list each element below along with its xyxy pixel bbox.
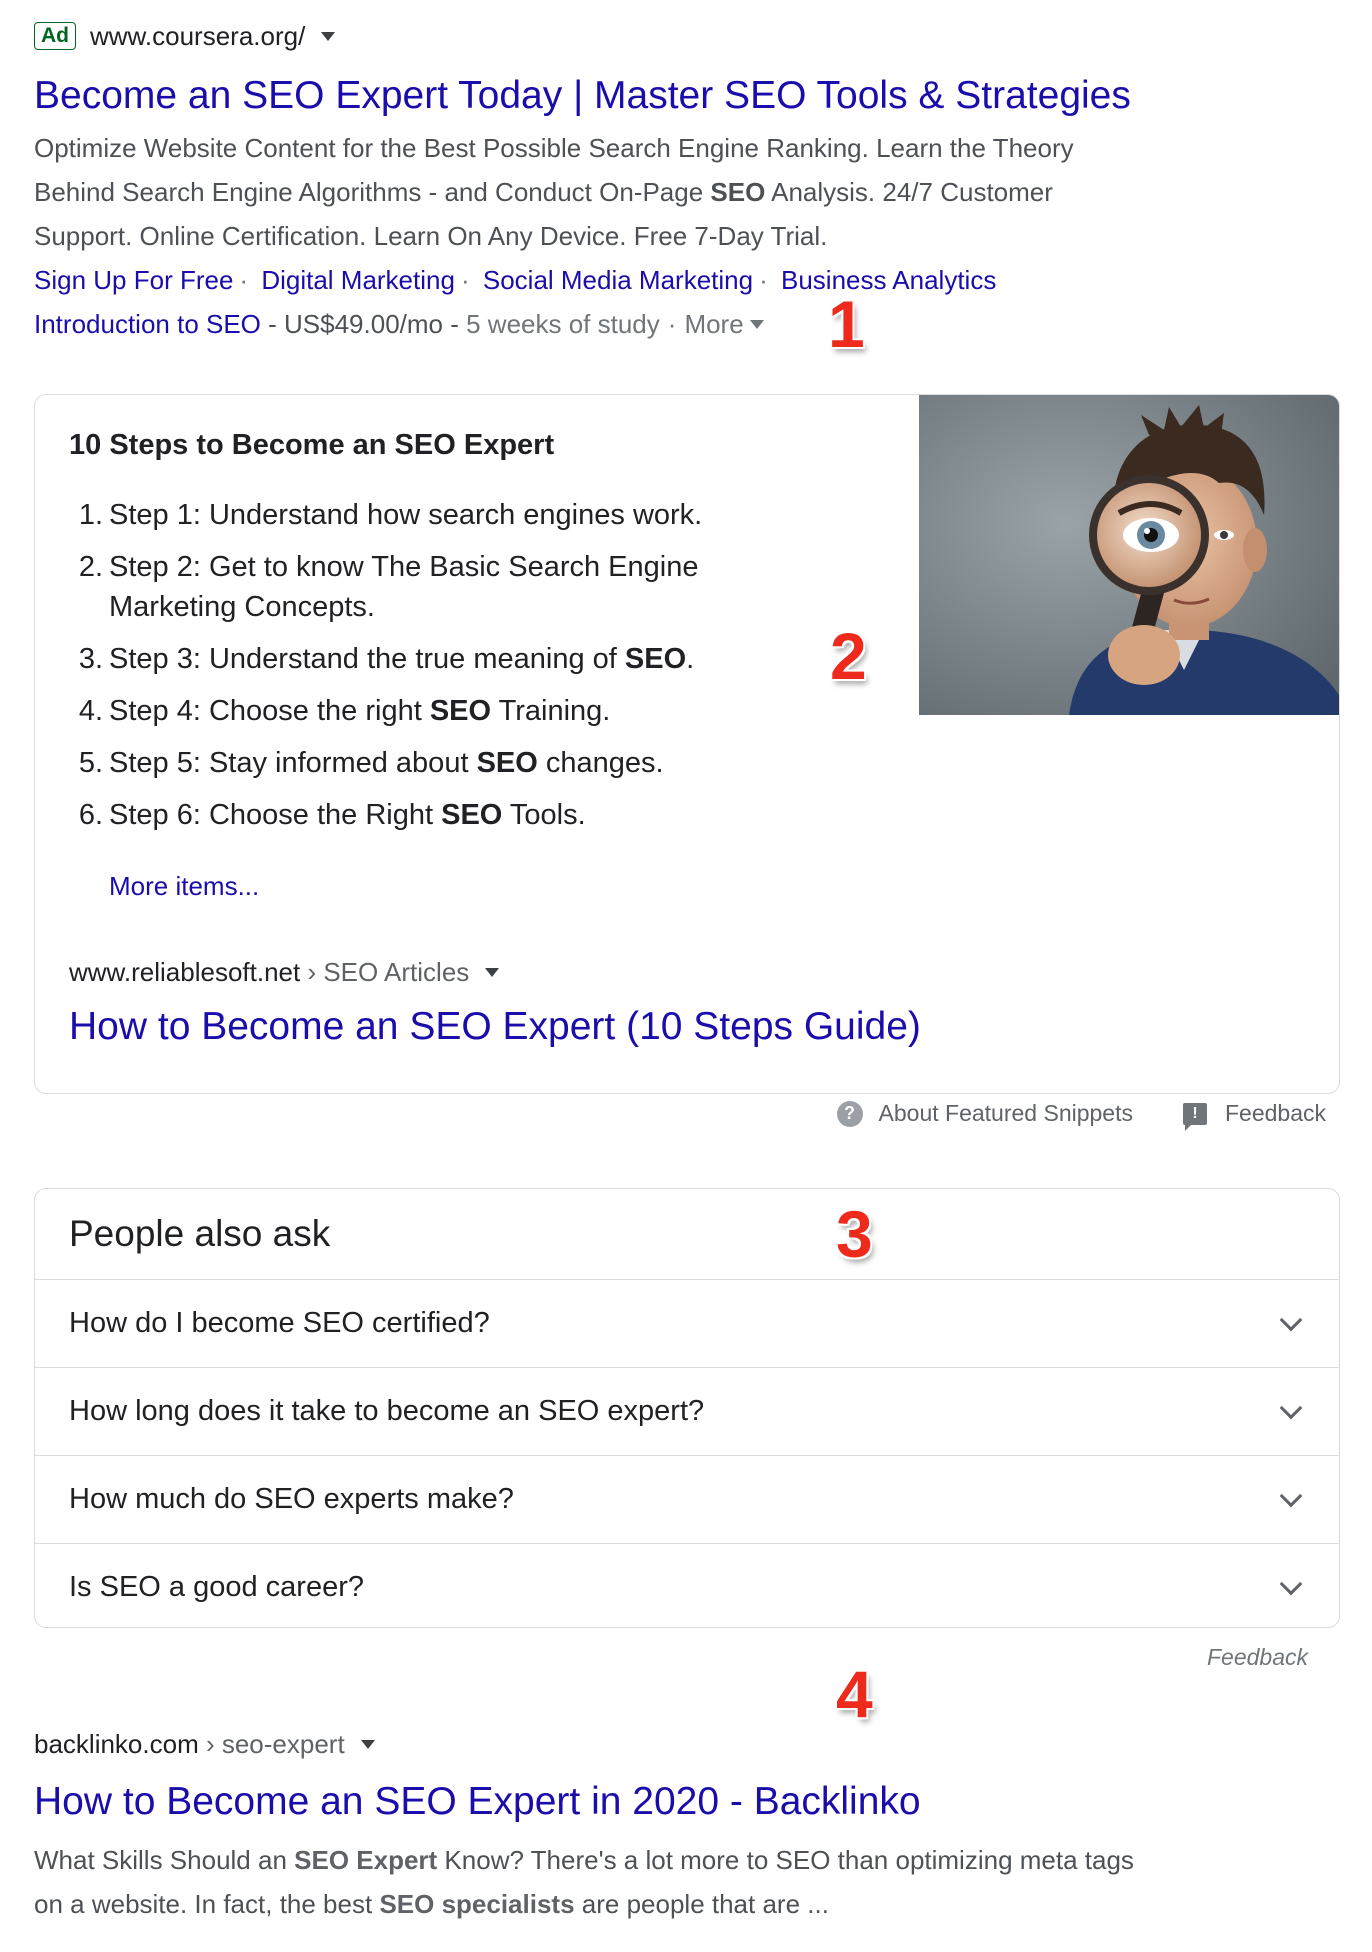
list-item: 6. Step 6: Choose the Right SEO Tools. bbox=[78, 799, 586, 831]
featured-snippet: 10 Steps to Become an SEO Expert 1. Step … bbox=[34, 394, 1340, 1094]
chevron-down-icon[interactable] bbox=[1279, 1396, 1303, 1419]
paa-feedback-link[interactable]: Feedback bbox=[1207, 1644, 1308, 1671]
ad-title-link[interactable]: Become an SEO Expert Today | Master SEO … bbox=[34, 70, 1294, 122]
help-icon[interactable]: ? bbox=[836, 1100, 863, 1127]
sitelink-social-media-marketing[interactable]: Social Media Marketing bbox=[483, 265, 753, 295]
paa-question-text: Is SEO a good career? bbox=[69, 1571, 364, 1603]
ad-sitelinks: Sign Up For Free · Digital Marketing · Soc… bbox=[34, 265, 997, 295]
paa-question[interactable]: How much do SEO experts make? bbox=[35, 1455, 1339, 1543]
extension-detail: 5 weeks of study bbox=[466, 309, 660, 339]
ad-desc-line: Optimize Website Content for the Best Po… bbox=[34, 133, 1074, 163]
list-item: 1. Step 1: Understand how search engines … bbox=[78, 499, 703, 531]
chevron-down-icon[interactable] bbox=[1279, 1308, 1303, 1331]
snippet-title-link[interactable]: How to Become an SEO Expert (10 Steps Gu… bbox=[69, 1005, 921, 1049]
organic-cite-domain: backlinko.com bbox=[34, 1728, 199, 1759]
feedback-link[interactable]: Feedback bbox=[1225, 1100, 1326, 1127]
organic-title-link[interactable]: How to Become an SEO Expert in 2020 - Ba… bbox=[34, 1776, 1294, 1828]
paa-title: People also ask bbox=[69, 1213, 331, 1254]
list-item: 2. Step 2: Get to know The Basic Search E… bbox=[78, 551, 699, 623]
people-also-ask: People also ask How do I become SEO cert… bbox=[34, 1188, 1340, 1628]
annotation-marker-1: 1 bbox=[828, 287, 865, 361]
organic-cite-path: › seo-expert bbox=[198, 1728, 345, 1759]
ad-result: Ad www.coursera.org/ Become an SEO Exper… bbox=[34, 18, 1294, 346]
sitelink-digital-marketing[interactable]: Digital Marketing bbox=[261, 265, 455, 295]
chevron-down-icon[interactable] bbox=[1279, 1572, 1303, 1595]
list-item: 5. Step 5: Stay informed about SEO change… bbox=[78, 747, 664, 779]
ad-badge: Ad bbox=[34, 22, 76, 50]
annotation-marker-2: 2 bbox=[830, 619, 867, 693]
organic-desc-line: What Skills Should an SEO Expert Know? T… bbox=[34, 1845, 1134, 1875]
snippet-cite-domain: www.reliablesoft.net bbox=[69, 957, 301, 987]
list-item: 4. Step 4: Choose the right SEO Training. bbox=[78, 695, 611, 727]
extension-link[interactable]: Introduction to SEO bbox=[34, 302, 261, 346]
ad-desc-line: Support. Online Certification. Learn On … bbox=[34, 221, 828, 251]
more-items-link[interactable]: More items... bbox=[109, 871, 259, 902]
about-featured-snippets-link[interactable]: About Featured Snippets bbox=[879, 1100, 1133, 1127]
organic-breadcrumb: backlinko.com › seo-expert bbox=[34, 1726, 1294, 1762]
snippet-title: 10 Steps to Become an SEO Expert bbox=[69, 429, 555, 461]
sitelink-business-analytics[interactable]: Business Analytics bbox=[781, 265, 996, 295]
paa-question-text: How long does it take to become an SEO e… bbox=[69, 1395, 705, 1427]
annotation-marker-4: 4 bbox=[836, 1657, 873, 1731]
more-dropdown-icon[interactable] bbox=[749, 319, 764, 329]
snippet-cite-path: › SEO Articles bbox=[300, 957, 470, 987]
organic-description: What Skills Should an SEO Expert Know? T… bbox=[34, 1838, 1234, 1926]
organic-menu-dropdown-icon[interactable] bbox=[360, 1739, 375, 1749]
chevron-down-icon[interactable] bbox=[1279, 1484, 1303, 1507]
list-item: 3. Step 3: Understand the true meaning of… bbox=[78, 643, 695, 675]
extension-price: - US$49.00/mo - bbox=[260, 309, 467, 339]
snippet-menu-dropdown-icon[interactable] bbox=[485, 968, 500, 977]
organic-desc-line: on a website. In fact, the best SEO spec… bbox=[34, 1889, 829, 1919]
feedback-icon[interactable]: ! bbox=[1182, 1102, 1207, 1131]
snippet-thumbnail-image[interactable] bbox=[919, 395, 1339, 715]
ad-url[interactable]: www.coursera.org/ bbox=[90, 21, 305, 52]
paa-question-text: How do I become SEO certified? bbox=[69, 1307, 490, 1339]
ad-header: Ad www.coursera.org/ bbox=[34, 18, 1294, 54]
ad-desc-line: Behind Search Engine Algorithms - and Co… bbox=[34, 177, 1053, 207]
snippet-steps-list: 1. Step 1: Understand how search engines … bbox=[69, 495, 829, 847]
ad-price-extension: Introduction to SEO - US$49.00/mo - 5 we… bbox=[34, 302, 1294, 346]
ad-description: Optimize Website Content for the Best Po… bbox=[34, 126, 1234, 258]
annotation-marker-3: 3 bbox=[836, 1197, 873, 1271]
paa-question[interactable]: How do I become SEO certified? bbox=[35, 1279, 1339, 1367]
paa-question-text: How much do SEO experts make? bbox=[69, 1483, 514, 1515]
sitelink-sign-up[interactable]: Sign Up For Free bbox=[34, 265, 233, 295]
snippet-footer: ? About Featured Snippets ! Feedback bbox=[836, 1100, 1326, 1131]
more-button[interactable]: More bbox=[684, 302, 743, 346]
snippet-breadcrumb: www.reliablesoft.net › SEO Articles bbox=[69, 957, 500, 988]
organic-result: backlinko.com › seo-expert How to Become… bbox=[34, 1726, 1294, 1926]
ad-menu-dropdown-icon[interactable] bbox=[321, 31, 336, 41]
paa-question[interactable]: Is SEO a good career? bbox=[35, 1543, 1339, 1627]
paa-question[interactable]: How long does it take to become an SEO e… bbox=[35, 1367, 1339, 1455]
